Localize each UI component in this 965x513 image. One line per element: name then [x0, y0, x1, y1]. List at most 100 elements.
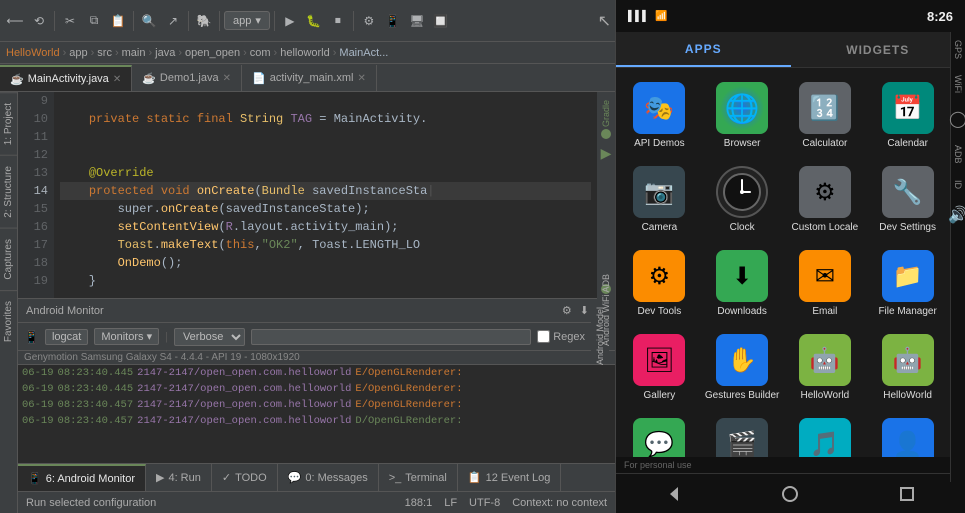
close-tab-icon[interactable]: ✕ [113, 74, 121, 85]
stop-icon[interactable]: ⏹ [327, 10, 349, 32]
breadcrumb-item[interactable]: main [122, 47, 146, 59]
app-label: HelloWorld [801, 390, 850, 402]
settings-icon[interactable]: ⚙ [358, 10, 380, 32]
gradle-gutter: Gradle ▶ [597, 92, 615, 298]
file-tab-activity-main[interactable]: 📄 activity_main.xml ✕ [242, 65, 377, 91]
code-line-active: protected void onCreate(Bundle savedInst… [60, 182, 591, 200]
context-info: Context: no context [512, 497, 607, 509]
breadcrumb-item[interactable]: open_open [185, 47, 240, 59]
tab-event-log[interactable]: 📋 12 Event Log [458, 464, 562, 492]
code-content[interactable]: private static final String TAG = MainAc… [54, 92, 597, 298]
code-editor[interactable]: 9 10 11 12 13 14 15 16 17 18 19 private … [18, 92, 615, 298]
app-item-messaging[interactable]: 💬 Messaging [620, 412, 699, 457]
regex-label[interactable]: Regex [537, 330, 585, 343]
regex-checkbox[interactable] [537, 330, 550, 343]
line-numbers: 9 10 11 12 13 14 15 16 17 18 19 [18, 92, 54, 298]
app-label: Gallery [644, 390, 676, 402]
close-tab-icon[interactable]: ✕ [357, 73, 365, 84]
cut-icon[interactable]: ✂ [59, 10, 81, 32]
app-item-gallery[interactable]: 🖼 Gallery [620, 328, 699, 408]
app-item-api-demos[interactable]: 🎭 API Demos [620, 76, 699, 156]
file-tab-demo1[interactable]: ☕ Demo1.java ✕ [132, 65, 242, 91]
line-num: 10 [18, 110, 48, 128]
gradle-icon[interactable]: 🐘 [193, 10, 215, 32]
verbose-select[interactable]: Verbose [174, 328, 245, 346]
app-item-dev-settings[interactable]: 🔧 Dev Settings [868, 160, 947, 240]
app-label: Custom Locale [792, 222, 859, 234]
app-item-calculator[interactable]: 🔢 Calculator [786, 76, 865, 156]
app-item-camera[interactable]: 📷 Camera [620, 160, 699, 240]
tab-widgets[interactable]: WIDGETS [791, 32, 965, 67]
gps-label: GPS [953, 40, 963, 59]
app-item-email[interactable]: ✉ Email [786, 244, 865, 324]
app-item-calendar[interactable]: 📅 Calendar [868, 76, 947, 156]
sidebar-item-project[interactable]: 1: Project [0, 92, 17, 155]
app-label: Clock [730, 222, 755, 234]
sidebar-item-structure[interactable]: 2: Structure [0, 155, 17, 228]
app-item-movie-studio[interactable]: 🎬 Movie Studio [703, 412, 782, 457]
breadcrumb-item[interactable]: HelloWorld [6, 47, 60, 59]
monitors-button[interactable]: Monitors ▾ [94, 328, 159, 345]
nav-home-button[interactable] [774, 483, 806, 505]
run-icon[interactable]: ▶ [279, 10, 301, 32]
app-item-browser[interactable]: 🌐 Browser [703, 76, 782, 156]
nav-back-button[interactable] [658, 483, 690, 505]
tab-run[interactable]: ▶ 4: Run [146, 464, 212, 492]
breadcrumb-item[interactable]: java [155, 47, 175, 59]
tab-apps[interactable]: APPS [616, 32, 791, 67]
breadcrumb-item[interactable]: app [69, 47, 87, 59]
tab-todo[interactable]: ✓ TODO [212, 464, 278, 492]
app-dropdown-button[interactable]: app ▾ [224, 11, 270, 30]
app-item-music[interactable]: 🎵 Music [786, 412, 865, 457]
search-icon[interactable]: 🔍 [138, 10, 160, 32]
status-bar: Run selected configuration 188:1 LF UTF-… [18, 491, 615, 513]
app-item-file-manager[interactable]: 📁 File Manager [868, 244, 947, 324]
sidebar-item-favorites[interactable]: Favorites [0, 290, 17, 352]
app-item-custom-locale[interactable]: ⚙ Custom Locale [786, 160, 865, 240]
tab-terminal[interactable]: >_ Terminal [379, 464, 458, 492]
gradle-label[interactable]: Gradle [601, 100, 611, 127]
gradle-sync-icon[interactable] [601, 129, 611, 139]
undo-icon[interactable]: ⟵ [4, 10, 26, 32]
sdk-icon[interactable]: 🔲 [430, 10, 452, 32]
app-item-helloworld-1[interactable]: 🤖 HelloWorld [786, 328, 865, 408]
copy-icon[interactable]: ⧉ [83, 10, 105, 32]
avd-icon[interactable]: 🖥 [406, 10, 428, 32]
tab-android-monitor[interactable]: 📱 6: Android Monitor [18, 464, 146, 492]
paste-icon[interactable]: 📋 [107, 10, 129, 32]
ide-panel: ⟵ ⟲ ✂ ⧉ 📋 🔍 ↗ 🐘 app ▾ ▶ 🐛 ⏹ ⚙ 📱 🖥 🔲 ↖ He… [0, 0, 615, 513]
monitor-gear-icon[interactable]: ⚙ [562, 304, 572, 317]
app-item-dev-tools[interactable]: ⚙ Dev Tools [620, 244, 699, 324]
device-icon[interactable]: 📱 [382, 10, 404, 32]
breadcrumb-item[interactable]: src [97, 47, 112, 59]
debug-icon[interactable]: 🐛 [303, 10, 325, 32]
breadcrumb-item[interactable]: helloworld [280, 47, 330, 59]
toolbar-sep-4 [219, 11, 220, 31]
code-line: } [60, 272, 591, 290]
app-item-people[interactable]: 👤 People [868, 412, 947, 457]
app-item-gestures-builder[interactable]: ✋ Gestures Builder [703, 328, 782, 408]
gradle-run-icon[interactable]: ▶ [601, 145, 612, 162]
logcat-search-input[interactable] [251, 329, 531, 345]
find-icon[interactable]: ↗ [162, 10, 184, 32]
nav-recents-button[interactable] [891, 483, 923, 505]
breadcrumb-item[interactable]: com [250, 47, 271, 59]
app-item-downloads[interactable]: ⬇ Downloads [703, 244, 782, 324]
monitor-download-icon[interactable]: ⬇ [580, 304, 589, 317]
breadcrumb-item[interactable]: MainAct... [339, 47, 388, 59]
toolbar-sep-5 [274, 11, 275, 31]
tab-messages[interactable]: 💬 0: Messages [278, 464, 379, 492]
wifi-icon: 📶 [655, 11, 667, 22]
sidebar-item-captures[interactable]: Captures [0, 228, 17, 290]
redo-icon[interactable]: ⟲ [28, 10, 50, 32]
app-item-clock[interactable]: Clock [703, 160, 782, 240]
logcat-sep: | [165, 331, 168, 343]
logcat-button[interactable]: logcat [45, 329, 88, 345]
app-label: Downloads [717, 306, 766, 318]
file-tab-mainactivity[interactable]: ☕ MainActivity.java ✕ [0, 65, 132, 91]
tab-label: 0: Messages [305, 472, 367, 484]
app-item-helloworld-2[interactable]: 🤖 HelloWorld [868, 328, 947, 408]
custom-locale-icon: ⚙ [799, 166, 851, 218]
adb-label: ADB [953, 145, 963, 164]
close-tab-icon[interactable]: ✕ [223, 73, 231, 84]
